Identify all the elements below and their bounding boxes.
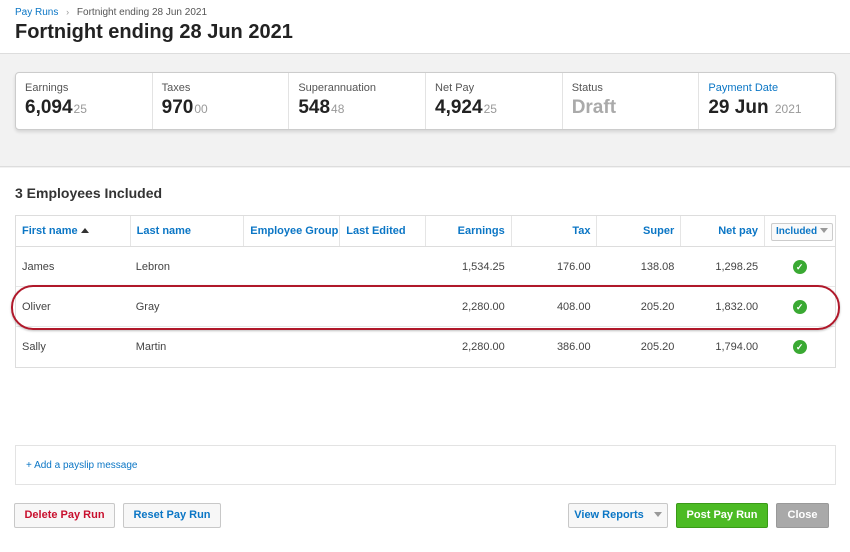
summary-earnings-label: Earnings <box>25 82 69 94</box>
summary-taxes-value: 97000 <box>162 97 289 119</box>
delete-pay-run-button[interactable]: Delete Pay Run <box>14 503 115 528</box>
cell-first-name[interactable]: Oliver <box>16 287 130 326</box>
summary-super-value: 54848 <box>298 97 425 119</box>
chevron-down-icon <box>653 512 662 517</box>
cell-last-name[interactable]: Gray <box>130 287 244 326</box>
summary-payment-date-day: 29 Jun <box>708 97 769 118</box>
add-payslip-message-link[interactable]: + Add a payslip message <box>26 460 137 471</box>
cell-last-edited <box>339 287 425 326</box>
sort-ascending-icon <box>80 228 89 233</box>
cell-net-pay: 1,794.00 <box>715 341 759 353</box>
cell-tax: 408.00 <box>556 301 591 313</box>
summary-earnings-value: 6,09425 <box>25 97 152 119</box>
summary-taxes-decimal: 00 <box>194 102 208 116</box>
cell-first-name[interactable]: James <box>16 247 130 286</box>
cell-last-edited <box>339 247 425 286</box>
cell-last-edited <box>339 327 425 367</box>
page-title: Fortnight ending 28 Jun 2021 <box>15 21 293 43</box>
included-dropdown-label: Included <box>775 226 818 237</box>
close-button[interactable]: Close <box>776 503 829 528</box>
summary-super-whole: 548 <box>298 97 331 118</box>
col-included: Included <box>763 216 835 246</box>
cell-super: 138.08 <box>640 261 675 273</box>
included-dropdown[interactable]: Included <box>770 223 834 241</box>
page-header: Pay Runs › Fortnight ending 28 Jun 2021 … <box>0 0 850 54</box>
cell-super: 205.20 <box>640 301 675 313</box>
payslip-message-box: + Add a payslip message <box>15 445 836 485</box>
summary-taxes: Taxes 97000 <box>151 73 289 129</box>
reset-pay-run-button[interactable]: Reset Pay Run <box>123 503 221 528</box>
summary-payment-date-label[interactable]: Payment Date <box>708 82 835 96</box>
cell-employee-group <box>243 327 339 367</box>
summary-band: Earnings 6,09425 Taxes 97000 Superannuat… <box>0 55 850 167</box>
breadcrumb-current: Fortnight ending 28 Jun 2021 <box>76 7 208 18</box>
summary-net-pay-value: 4,92425 <box>435 97 562 119</box>
summary-earnings: Earnings 6,09425 <box>16 73 152 129</box>
chevron-down-icon <box>820 228 829 233</box>
summary-status-value: Draft <box>571 97 617 118</box>
cell-employee-group <box>243 247 339 286</box>
summary-earnings-decimal: 25 <box>73 102 87 116</box>
summary-net-pay-decimal: 25 <box>483 102 497 116</box>
check-circle-icon[interactable]: ✓ <box>792 300 807 315</box>
check-circle-icon[interactable]: ✓ <box>792 260 807 275</box>
cell-tax: 386.00 <box>556 341 591 353</box>
cell-included: ✓ <box>764 247 835 286</box>
summary-earnings-whole: 6,094 <box>25 97 73 118</box>
cell-last-name[interactable]: Martin <box>130 327 244 367</box>
summary-super-label: Superannuation <box>298 82 377 94</box>
summary-status: Status Draft <box>561 73 699 129</box>
view-reports-button[interactable]: View Reports <box>568 503 668 528</box>
col-last-name[interactable]: Last name <box>129 216 244 246</box>
col-first-name[interactable]: First name <box>16 216 130 246</box>
cell-employee-group <box>243 287 339 326</box>
col-employee-group[interactable]: Employee Group <box>243 216 339 246</box>
summary-taxes-whole: 970 <box>161 97 194 118</box>
cell-earnings: 1,534.25 <box>461 261 505 273</box>
breadcrumb: Pay Runs › Fortnight ending 28 Jun 2021 <box>15 7 207 18</box>
summary-status-label: Status <box>571 82 603 94</box>
summary-net-pay-whole: 4,924 <box>435 97 483 118</box>
cell-net-pay: 1,298.25 <box>715 261 759 273</box>
summary-net-pay-label: Net Pay <box>435 82 475 94</box>
col-earnings[interactable]: Earnings <box>425 216 511 246</box>
table-row[interactable]: Oliver Gray 2,280.00 408.00 205.20 1,832… <box>16 287 835 327</box>
col-net-pay[interactable]: Net pay <box>680 216 764 246</box>
summary-taxes-label: Taxes <box>161 82 191 94</box>
cell-tax: 176.00 <box>556 261 591 273</box>
breadcrumb-pay-runs-link[interactable]: Pay Runs <box>15 7 58 18</box>
col-first-name-label: First name <box>22 225 78 237</box>
summary-super-decimal: 48 <box>331 102 345 116</box>
summary-super: Superannuation 54848 <box>288 73 425 129</box>
table-row[interactable]: James Lebron 1,534.25 176.00 138.08 1,29… <box>16 247 835 287</box>
col-super[interactable]: Super <box>596 216 680 246</box>
employees-included-title: 3 Employees Included <box>15 185 163 201</box>
cell-earnings: 2,280.00 <box>461 301 505 313</box>
cell-super: 205.20 <box>640 341 675 353</box>
cell-included: ✓ <box>764 287 835 326</box>
cell-included: ✓ <box>764 327 835 367</box>
pay-run-summary: Earnings 6,09425 Taxes 97000 Superannuat… <box>15 72 836 130</box>
breadcrumb-separator: › <box>66 7 70 17</box>
table-row[interactable]: Sally Martin 2,280.00 386.00 205.20 1,79… <box>16 327 835 367</box>
main-content: 3 Employees Included First name Last nam… <box>0 168 850 552</box>
view-reports-label: View Reports <box>574 509 644 521</box>
table-header: First name Last name Employee Group Last… <box>16 216 835 247</box>
cell-net-pay: 1,832.00 <box>715 301 759 313</box>
cell-first-name[interactable]: Sally <box>16 327 130 367</box>
cell-last-name[interactable]: Lebron <box>130 247 244 286</box>
col-last-edited[interactable]: Last Edited <box>339 216 425 246</box>
summary-payment-date[interactable]: Payment Date 29 Jun 2021 <box>698 73 835 129</box>
summary-payment-date-year: 2021 <box>774 102 802 116</box>
col-tax[interactable]: Tax <box>510 216 597 246</box>
summary-payment-date-value: 29 Jun 2021 <box>708 97 835 119</box>
employees-table: First name Last name Employee Group Last… <box>15 215 836 368</box>
cell-earnings: 2,280.00 <box>461 341 505 353</box>
check-circle-icon[interactable]: ✓ <box>792 340 807 355</box>
summary-net-pay: Net Pay 4,92425 <box>425 73 562 129</box>
post-pay-run-button[interactable]: Post Pay Run <box>676 503 768 528</box>
